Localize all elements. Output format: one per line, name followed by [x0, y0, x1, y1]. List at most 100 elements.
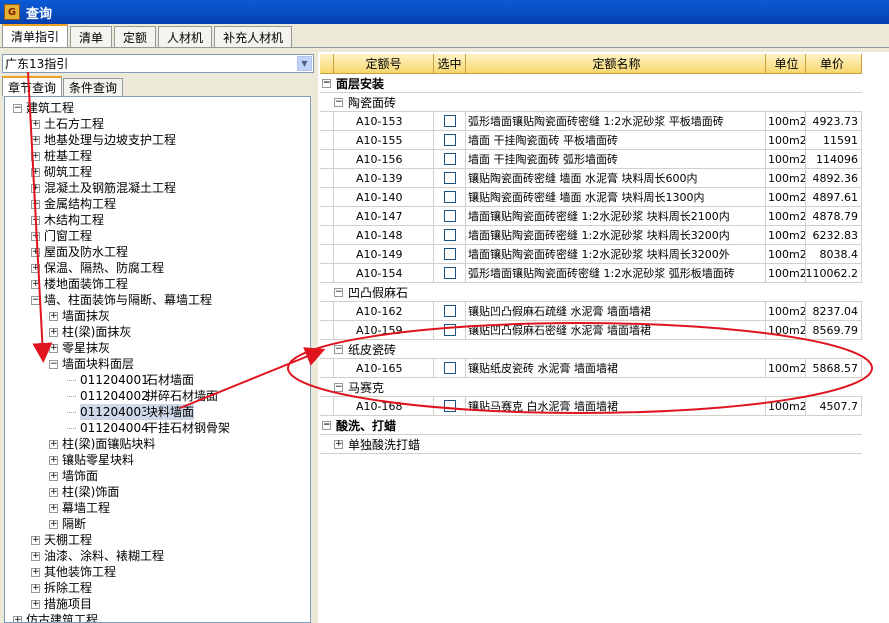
top-tab-4[interactable]: 补充人材机: [214, 26, 293, 47]
expand-icon[interactable]: +: [334, 439, 343, 449]
top-tab-3[interactable]: 人材机: [158, 26, 213, 47]
expand-icon[interactable]: +: [49, 439, 58, 449]
table-row[interactable]: A10-140 镶贴陶瓷面砖密缝 墙面 水泥膏 块料周长1300内 100m2 489…: [320, 187, 862, 207]
header-unit[interactable]: 单位: [766, 54, 806, 73]
expand-icon[interactable]: +: [31, 599, 40, 609]
tree-item[interactable]: + 金属结构工程: [31, 196, 116, 212]
expand-icon[interactable]: +: [49, 503, 58, 513]
expand-icon[interactable]: +: [31, 199, 40, 209]
header-name[interactable]: 定额名称: [466, 54, 766, 73]
tree-item[interactable]: 011204001 石材墙面: [67, 372, 194, 388]
tree-item[interactable]: + 砌筑工程: [31, 164, 92, 180]
table-row[interactable]: A10-154 弧形墙面镶贴陶瓷面砖密缝 1:2水泥砂浆 弧形板墙面砖 100m2 1…: [320, 263, 862, 283]
tree-item[interactable]: + 木结构工程: [31, 212, 104, 228]
tree-item[interactable]: + 屋面及防水工程: [31, 244, 128, 260]
table-row[interactable]: A10-149 墙面镶贴陶瓷面砖密缝 1:2水泥砂浆 块料周长3200外 100m2…: [320, 244, 862, 264]
expand-icon[interactable]: +: [49, 343, 58, 353]
group-row[interactable]: − 凹凸假麻石: [320, 283, 862, 302]
tree-item[interactable]: + 土石方工程: [31, 116, 104, 132]
sub-tab-0[interactable]: 章节查询: [2, 76, 63, 96]
chevron-down-icon[interactable]: ▼: [297, 56, 312, 71]
select-checkbox[interactable]: [443, 267, 456, 279]
tree-item[interactable]: − 墙、柱面装饰与隔断、幕墙工程: [31, 292, 212, 308]
tree-item[interactable]: + 幕墙工程: [49, 500, 110, 516]
tree-item[interactable]: + 地基处理与边坡支护工程: [31, 132, 176, 148]
tree-item[interactable]: + 仿古建筑工程: [13, 612, 98, 622]
collapse-icon[interactable]: −: [334, 287, 343, 297]
expand-icon[interactable]: +: [31, 215, 40, 225]
header-code[interactable]: 定额号: [334, 54, 434, 73]
table-row[interactable]: A10-156 墙面 干挂陶瓷面砖 弧形墙面砖 100m2 114096: [320, 149, 862, 169]
top-tab-1[interactable]: 清单: [70, 26, 113, 47]
tree-item[interactable]: + 拆除工程: [31, 580, 92, 596]
select-checkbox[interactable]: [443, 362, 456, 374]
select-checkbox[interactable]: [443, 134, 456, 146]
expand-icon[interactable]: +: [31, 151, 40, 161]
header-select[interactable]: 选中: [434, 54, 466, 73]
guide-select[interactable]: 广东13指引 ▼: [2, 54, 314, 73]
top-tab-2[interactable]: 定额: [114, 26, 157, 47]
table-row[interactable]: A10-165 镶贴纸皮瓷砖 水泥膏 墙面墙裙 100m2 5868.57: [320, 358, 862, 378]
sub-tab-1[interactable]: 条件查询: [63, 78, 124, 96]
tree-item[interactable]: − 墙面块料面层: [49, 356, 134, 372]
expand-icon[interactable]: +: [49, 487, 58, 497]
expand-icon[interactable]: +: [49, 471, 58, 481]
tree-item[interactable]: + 保温、隔热、防腐工程: [31, 260, 164, 276]
table-row[interactable]: A10-148 墙面镶贴陶瓷面砖密缝 1:2水泥砂浆 块料周长3200内 100m2…: [320, 225, 862, 245]
select-checkbox[interactable]: [443, 210, 456, 222]
tree-item[interactable]: + 墙饰面: [49, 468, 98, 484]
select-checkbox[interactable]: [443, 115, 456, 127]
select-checkbox[interactable]: [443, 400, 456, 412]
select-checkbox[interactable]: [443, 248, 456, 260]
tree-item[interactable]: 011204002 拼碎石材墙面: [67, 388, 218, 404]
expand-icon[interactable]: +: [31, 119, 40, 129]
expand-icon[interactable]: +: [49, 327, 58, 337]
tree-item[interactable]: + 其他装饰工程: [31, 564, 116, 580]
group-row[interactable]: − 面层安装: [320, 74, 862, 93]
collapse-icon[interactable]: −: [334, 382, 343, 392]
collapse-icon[interactable]: −: [334, 344, 343, 354]
group-row[interactable]: − 酸洗、打蜡: [320, 416, 862, 435]
group-row[interactable]: − 纸皮瓷砖: [320, 340, 862, 359]
tree-item[interactable]: 011204003 块料墙面: [67, 404, 195, 420]
expand-icon[interactable]: +: [31, 263, 40, 273]
group-row[interactable]: + 单独酸洗打蜡: [320, 435, 862, 454]
collapse-icon[interactable]: −: [322, 420, 331, 430]
collapse-icon[interactable]: −: [13, 103, 22, 113]
tree-item[interactable]: + 柱(梁)饰面: [49, 484, 119, 500]
expand-icon[interactable]: +: [31, 551, 40, 561]
tree-item[interactable]: + 天棚工程: [31, 532, 92, 548]
table-row[interactable]: A10-147 墙面镶贴陶瓷面砖密缝 1:2水泥砂浆 块料周长2100内 100m2…: [320, 206, 862, 226]
table-row[interactable]: A10-153 弧形墙面镶贴陶瓷面砖密缝 1:2水泥砂浆 平板墙面砖 100m2 49…: [320, 111, 862, 131]
expand-icon[interactable]: +: [13, 615, 22, 622]
table-row[interactable]: A10-139 镶贴陶瓷面砖密缝 墙面 水泥膏 块料周长600内 100m2 4892…: [320, 168, 862, 188]
tree-item[interactable]: + 柱(梁)面镶贴块料: [49, 436, 155, 452]
expand-icon[interactable]: +: [49, 455, 58, 465]
tree-item[interactable]: + 混凝土及钢筋混凝土工程: [31, 180, 176, 196]
tree-item[interactable]: + 隔断: [49, 516, 86, 532]
select-checkbox[interactable]: [443, 229, 456, 241]
table-row[interactable]: A10-162 镶贴凹凸假麻石疏缝 水泥膏 墙面墙裙 100m2 8237.04: [320, 301, 862, 321]
collapse-icon[interactable]: −: [49, 359, 58, 369]
expand-icon[interactable]: +: [31, 167, 40, 177]
expand-icon[interactable]: +: [31, 247, 40, 257]
table-row[interactable]: A10-168 镶贴马赛克 白水泥膏 墙面墙裙 100m2 4507.7: [320, 396, 862, 416]
expand-icon[interactable]: +: [49, 311, 58, 321]
table-row[interactable]: A10-155 墙面 干挂陶瓷面砖 平板墙面砖 100m2 11591: [320, 130, 862, 150]
tree-item[interactable]: − 建筑工程: [13, 100, 74, 116]
collapse-icon[interactable]: −: [334, 97, 343, 107]
expand-icon[interactable]: +: [31, 535, 40, 545]
expand-icon[interactable]: +: [31, 567, 40, 577]
expand-icon[interactable]: +: [49, 519, 58, 529]
expand-icon[interactable]: +: [31, 231, 40, 241]
group-row[interactable]: − 马赛克: [320, 378, 862, 397]
header-price[interactable]: 单价: [806, 54, 862, 73]
select-checkbox[interactable]: [443, 191, 456, 203]
expand-icon[interactable]: +: [31, 183, 40, 193]
collapse-icon[interactable]: −: [322, 78, 331, 88]
select-checkbox[interactable]: [443, 153, 456, 165]
select-checkbox[interactable]: [443, 324, 456, 336]
tree-item[interactable]: + 门窗工程: [31, 228, 92, 244]
group-row[interactable]: − 陶瓷面砖: [320, 93, 862, 112]
expand-icon[interactable]: +: [31, 583, 40, 593]
